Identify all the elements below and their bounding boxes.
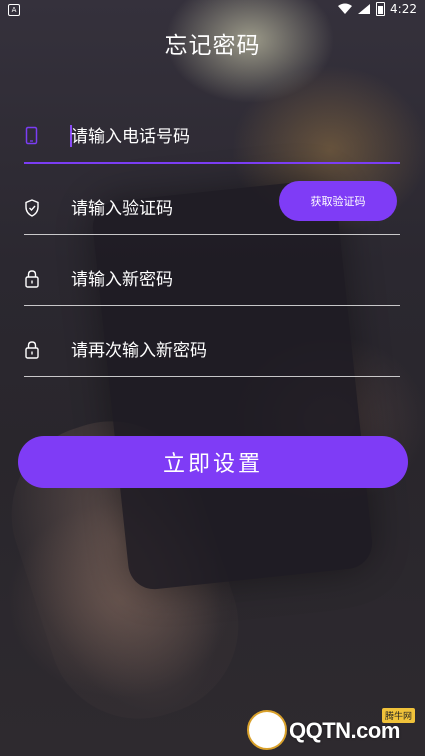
lock-icon xyxy=(25,270,39,288)
notification-icon: A xyxy=(8,4,20,16)
code-input[interactable] xyxy=(71,194,281,224)
status-icons: 4:22 xyxy=(338,2,417,16)
confirm-password-input[interactable] xyxy=(71,336,281,366)
watermark-logo xyxy=(247,710,287,750)
signal-icon xyxy=(358,4,371,14)
page-title: 忘记密码 xyxy=(164,33,261,59)
lock-icon xyxy=(25,341,39,359)
confirm-password-field[interactable] xyxy=(24,328,400,377)
watermark-tag: 腾牛网 xyxy=(381,708,415,723)
shield-icon xyxy=(25,199,39,217)
new-password-field[interactable] xyxy=(24,257,400,306)
new-password-input[interactable] xyxy=(71,265,281,295)
status-time: 4:22 xyxy=(390,2,417,16)
phone-field[interactable] xyxy=(24,114,400,164)
phone-icon xyxy=(25,126,38,145)
phone-input[interactable] xyxy=(71,122,281,152)
get-code-button[interactable]: 获取验证码 xyxy=(279,181,397,221)
watermark: QQTN.com 腾牛网 xyxy=(247,708,419,752)
submit-button[interactable]: 立即设置 xyxy=(18,436,408,488)
background-phone xyxy=(90,178,375,592)
wifi-icon xyxy=(338,3,353,14)
status-bar: A 4:22 xyxy=(0,0,425,20)
battery-icon xyxy=(376,2,386,16)
